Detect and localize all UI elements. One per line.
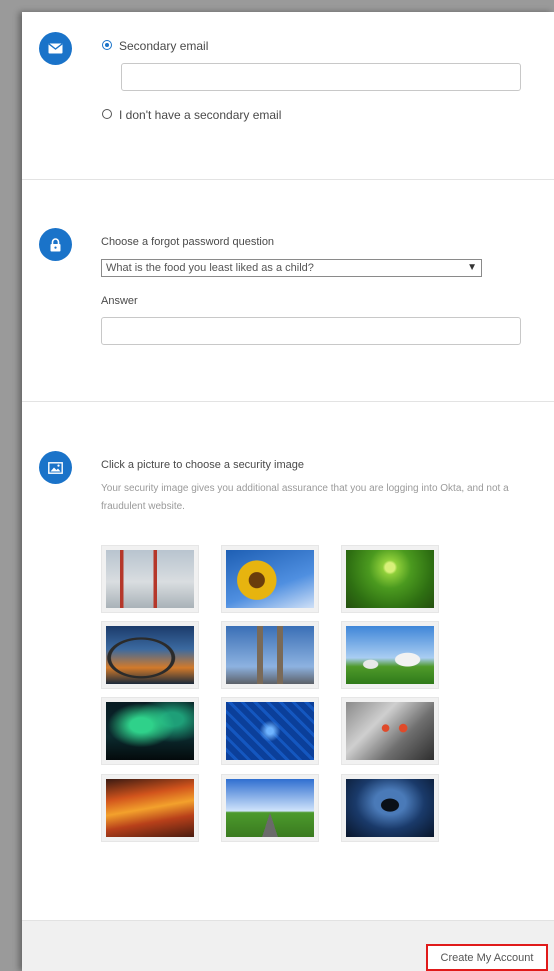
password-question-select[interactable]: What is the food you least liked as a ch… bbox=[101, 259, 482, 277]
answer-input[interactable] bbox=[101, 317, 521, 345]
road-image bbox=[226, 779, 314, 837]
lock-icon bbox=[39, 228, 72, 261]
password-question-label: Choose a forgot password question bbox=[101, 236, 275, 248]
chevron-down-icon: ▼ bbox=[467, 262, 477, 273]
answer-label: Answer bbox=[101, 295, 138, 307]
security-image-option[interactable] bbox=[101, 774, 199, 842]
succulent-plant-image bbox=[346, 550, 434, 608]
brooklyn-bridge-image bbox=[226, 626, 314, 684]
registration-card: Secondary email I don't have a secondary… bbox=[22, 12, 554, 971]
golden-gate-bridge-image bbox=[106, 550, 194, 608]
security-image-option[interactable] bbox=[101, 545, 199, 613]
security-image-description: Your security image gives you additional… bbox=[101, 483, 509, 512]
security-image-option[interactable] bbox=[341, 545, 439, 613]
section-divider bbox=[22, 179, 554, 180]
envelope-icon bbox=[39, 32, 72, 65]
security-image-option[interactable] bbox=[341, 697, 439, 765]
password-question-value: What is the food you least liked as a ch… bbox=[106, 262, 314, 274]
security-image-title: Click a picture to choose a security ima… bbox=[101, 459, 304, 471]
image-icon bbox=[39, 451, 72, 484]
security-image-option[interactable] bbox=[101, 697, 199, 765]
create-account-button[interactable]: Create My Account bbox=[426, 944, 548, 971]
secondary-email-label: Secondary email bbox=[119, 39, 209, 53]
sunflower-image bbox=[226, 550, 314, 608]
security-image-option[interactable] bbox=[341, 774, 439, 842]
no-secondary-email-label: I don't have a secondary email bbox=[119, 108, 282, 122]
security-image-option[interactable] bbox=[221, 774, 319, 842]
secondary-email-input[interactable] bbox=[121, 63, 521, 91]
goats-image bbox=[346, 626, 434, 684]
security-image-option[interactable] bbox=[341, 621, 439, 689]
manta-ray-image bbox=[346, 779, 434, 837]
secondary-email-radio[interactable] bbox=[102, 40, 112, 50]
security-image-option[interactable] bbox=[221, 621, 319, 689]
sunset-clouds-image bbox=[106, 779, 194, 837]
security-image-option[interactable] bbox=[221, 697, 319, 765]
security-image-option[interactable] bbox=[221, 545, 319, 613]
section-divider bbox=[22, 401, 554, 402]
security-image-option[interactable] bbox=[101, 621, 199, 689]
circuit-board-image bbox=[226, 702, 314, 760]
no-secondary-email-radio[interactable] bbox=[102, 109, 112, 119]
harbour-bridge-image bbox=[106, 626, 194, 684]
aurora-image bbox=[106, 702, 194, 760]
robot-image bbox=[346, 702, 434, 760]
